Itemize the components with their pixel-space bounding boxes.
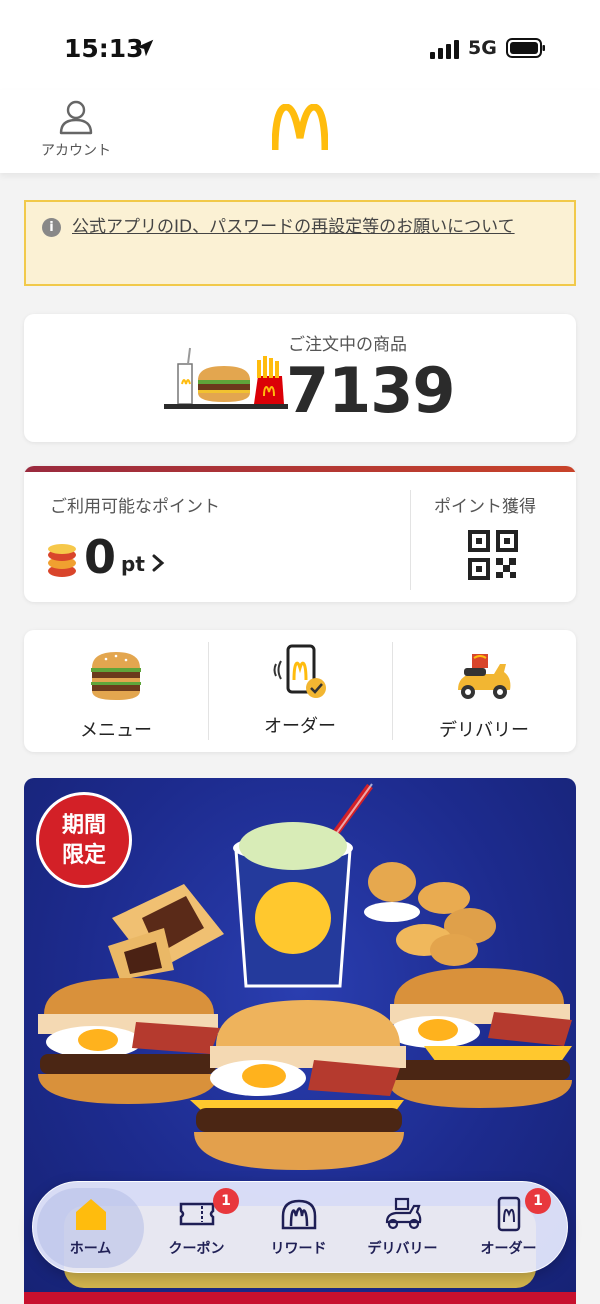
burger-icon: [91, 652, 141, 700]
tab-order-label: オーダー: [480, 1241, 537, 1257]
tab-delivery[interactable]: デリバリー: [349, 1182, 456, 1274]
quick-action-menu-label: メニュー: [80, 720, 152, 741]
coupon-icon: [179, 1202, 215, 1226]
quick-action-order-label: オーダー: [264, 716, 336, 737]
badge-line-1: 期間: [61, 813, 106, 838]
battery-icon: [506, 38, 545, 58]
status-bar: 15:13 5G: [0, 0, 600, 90]
promo-bottom-strip: [24, 1292, 576, 1304]
quick-action-menu[interactable]: メニュー: [24, 630, 208, 752]
chevron-right-icon[interactable]: [151, 553, 165, 573]
status-time: 15:13: [64, 34, 144, 63]
signal-icon: [430, 40, 459, 59]
mobile-order-icon: [273, 644, 326, 698]
quick-action-delivery[interactable]: デリバリー: [392, 630, 576, 752]
app-header: アカウント: [0, 90, 600, 173]
tab-coupon-label: クーポン: [168, 1241, 225, 1257]
tab-home-label: ホーム: [69, 1241, 112, 1257]
home-icon: [76, 1199, 106, 1230]
earn-points-label[interactable]: ポイント獲得: [434, 492, 536, 517]
delivery-scooter-icon: [458, 654, 511, 699]
points-value[interactable]: 0: [84, 530, 116, 584]
points-divider: [410, 490, 411, 590]
points-card: ご利用可能なポイント 0 pt ポイント獲得: [24, 466, 576, 602]
meal-tray-icon: [164, 347, 288, 409]
account-icon: [59, 100, 93, 135]
info-icon: i: [42, 218, 61, 237]
bottom-tab-bar: ホーム 1 クーポン リワード デリバリー 1 オーダー: [32, 1181, 568, 1273]
order-badge: 1: [525, 1188, 551, 1214]
network-type: 5G: [468, 37, 497, 59]
badge-line-2: 限定: [61, 843, 106, 868]
coin-stack-icon: [48, 544, 76, 577]
mcdonalds-logo: [272, 104, 328, 151]
tab-reward[interactable]: リワード: [245, 1182, 352, 1274]
location-arrow-icon: [136, 39, 154, 57]
order-number: 7139: [286, 354, 456, 427]
limited-time-badge: 期間 限定: [36, 792, 132, 888]
coupon-badge: 1: [213, 1188, 239, 1214]
notice-banner[interactable]: i 公式アプリのID、パスワードの再設定等のお願いについて: [24, 200, 576, 286]
quick-action-order[interactable]: オーダー: [208, 630, 392, 752]
delivery-icon: [385, 1197, 422, 1230]
qr-code-icon[interactable]: [468, 530, 518, 580]
reward-icon: [281, 1199, 317, 1230]
quick-actions-card: メニュー オーダー デリバリー: [24, 630, 576, 752]
points-accent-bar: [24, 466, 576, 472]
quick-action-delivery-label: デリバリー: [439, 720, 529, 741]
tab-reward-label: リワード: [270, 1241, 327, 1257]
points-label: ご利用可能なポイント: [50, 497, 220, 517]
account-label: アカウント: [41, 143, 111, 159]
points-unit: pt: [121, 552, 145, 576]
order-icon: [497, 1196, 521, 1232]
order-label: ご注文中の商品: [288, 335, 407, 355]
tab-delivery-label: デリバリー: [367, 1241, 438, 1257]
account-button[interactable]: アカウント: [38, 98, 114, 160]
order-status-card[interactable]: ご注文中の商品 7139: [24, 314, 576, 442]
tab-coupon[interactable]: 1 クーポン: [143, 1182, 250, 1274]
notice-link[interactable]: 公式アプリのID、パスワードの再設定等のお願いについて: [72, 214, 558, 240]
tab-order[interactable]: 1 オーダー: [455, 1182, 562, 1274]
tab-home[interactable]: ホーム: [37, 1188, 144, 1268]
